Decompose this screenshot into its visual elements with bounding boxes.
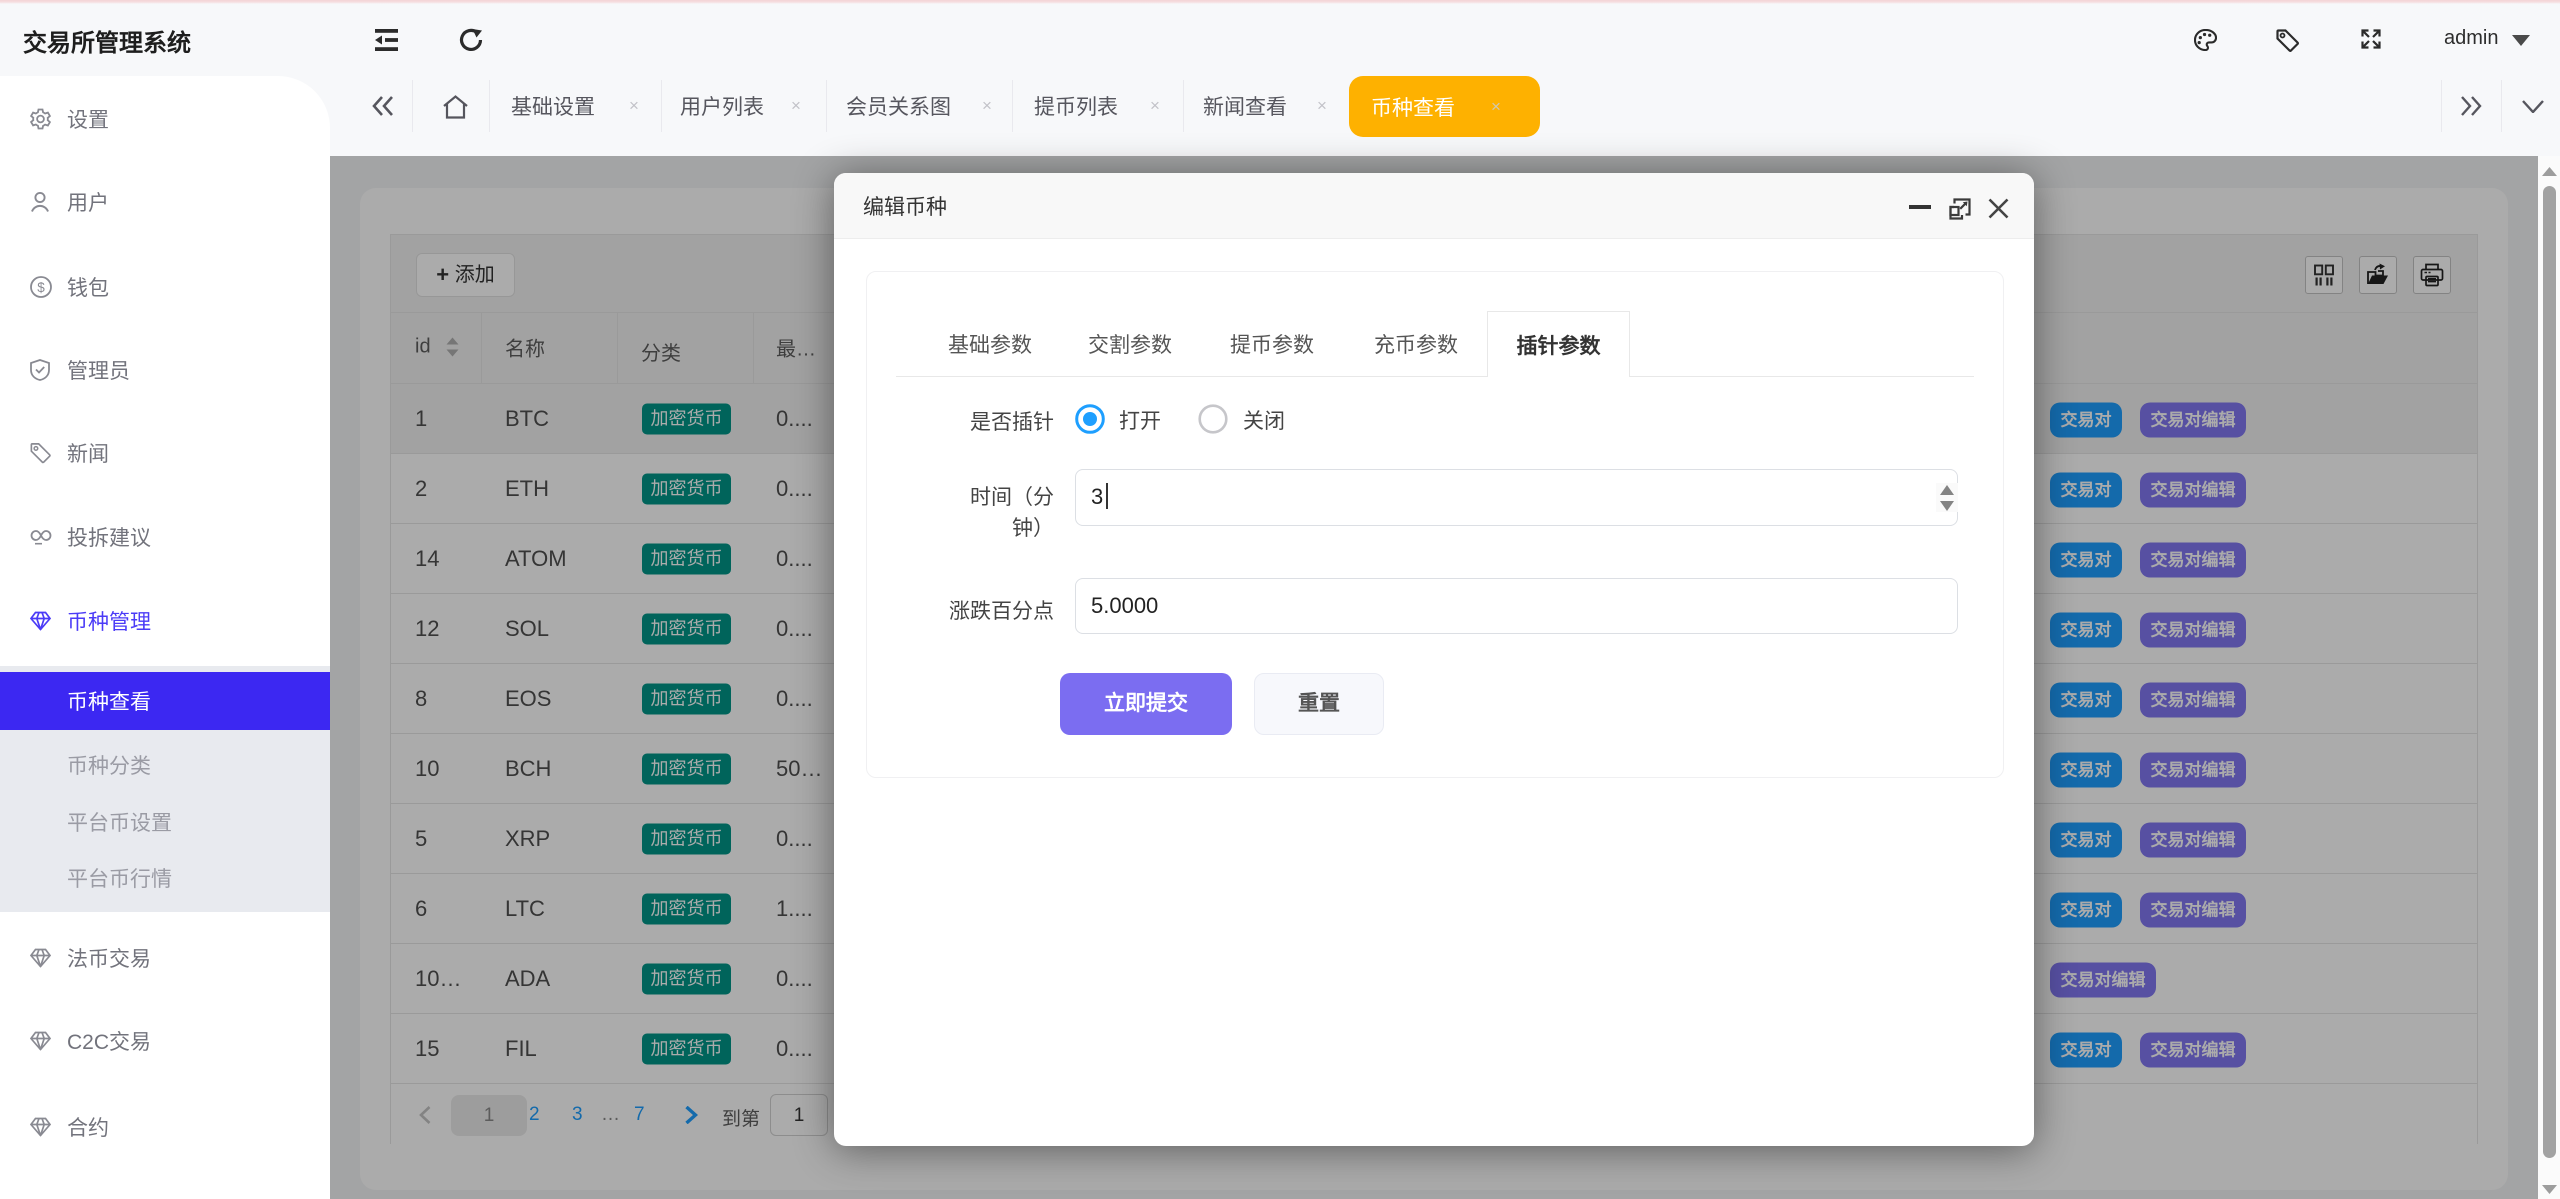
svg-text:$: $	[37, 280, 45, 295]
